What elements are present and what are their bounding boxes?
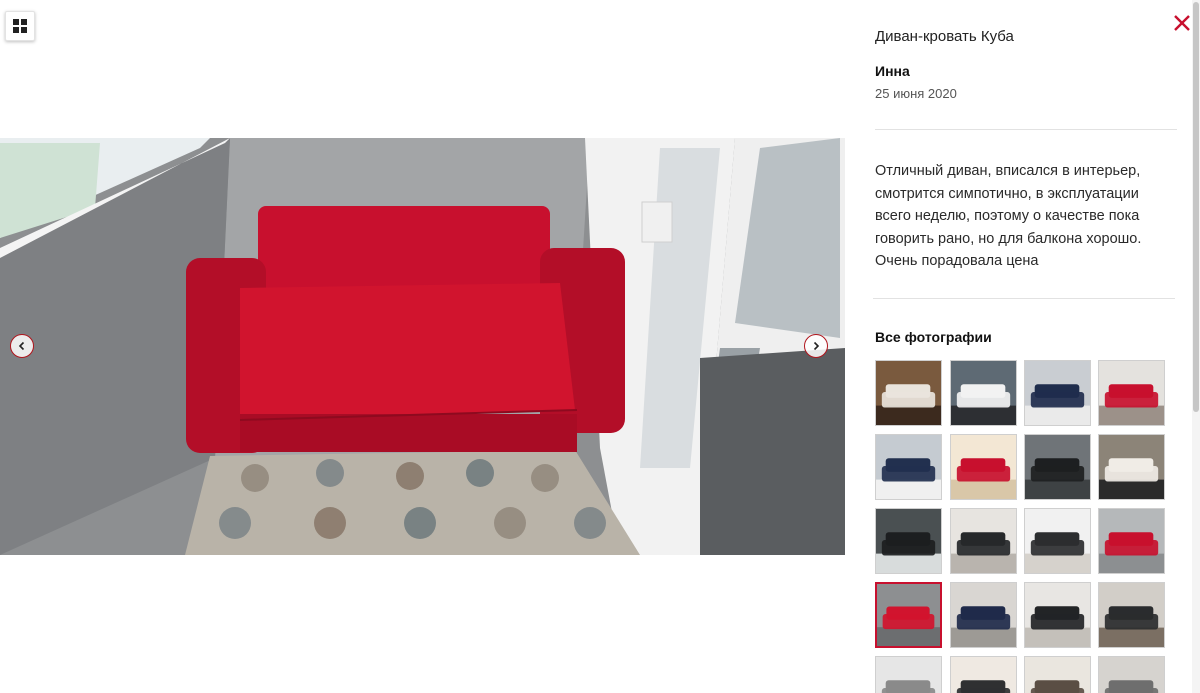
thumbnail-image: [1025, 583, 1090, 647]
thumbnail-image: [876, 509, 941, 573]
gallery-thumbnail[interactable]: [1098, 360, 1165, 426]
gallery-thumbnail[interactable]: [1098, 434, 1165, 500]
thumbnail-image: [951, 583, 1016, 647]
all-photos-heading: Все фотографии: [875, 329, 992, 345]
thumbnail-image: [1025, 361, 1090, 425]
gallery-thumbnail[interactable]: [1024, 434, 1091, 500]
gallery-thumbnail[interactable]: [875, 434, 942, 500]
thumbnail-image: [1099, 583, 1164, 647]
gallery-thumbnail[interactable]: [1098, 656, 1165, 693]
thumbnail-image: [877, 584, 940, 646]
thumbnail-image: [1099, 361, 1164, 425]
divider: [875, 129, 1177, 130]
next-photo-button[interactable]: [804, 334, 828, 358]
thumbnail-image: [1025, 509, 1090, 573]
gallery-thumbnail[interactable]: [875, 582, 942, 648]
grid-icon: [13, 19, 27, 33]
thumbnail-image: [1099, 509, 1164, 573]
gallery-thumbnail[interactable]: [950, 434, 1017, 500]
review-date: 25 июня 2020: [875, 86, 957, 101]
gallery-thumbnail[interactable]: [1098, 582, 1165, 648]
gallery-thumbnail[interactable]: [875, 508, 942, 574]
scrollbar[interactable]: [1192, 0, 1200, 693]
thumbnail-image: [951, 435, 1016, 499]
review-text: Отличный диван, вписался в интерьер, смо…: [875, 163, 1142, 269]
thumbnail-image: [1099, 657, 1164, 693]
gallery-thumbnail[interactable]: [1098, 508, 1165, 574]
gallery-thumbnail[interactable]: [950, 582, 1017, 648]
gallery-thumbnail[interactable]: [875, 656, 942, 693]
scrollbar-thumb[interactable]: [1193, 2, 1199, 412]
product-title: Диван-кровать Куба: [875, 28, 1014, 45]
gallery-thumbnail[interactable]: [875, 360, 942, 426]
prev-photo-button[interactable]: [10, 334, 34, 358]
gallery-thumbnail[interactable]: [950, 656, 1017, 693]
thumbnail-image: [1099, 435, 1164, 499]
thumbnail-image: [951, 657, 1016, 693]
chevron-right-icon: [813, 341, 820, 351]
thumbnail-image: [1025, 435, 1090, 499]
thumbnail-image: [1025, 657, 1090, 693]
gallery-thumbnail[interactable]: [1024, 508, 1091, 574]
sofa-photo: [0, 138, 845, 555]
gallery-thumbnail[interactable]: [1024, 360, 1091, 426]
gallery-thumbnail[interactable]: [950, 508, 1017, 574]
divider: [873, 298, 1175, 299]
main-photo: [0, 138, 845, 555]
chevron-left-icon: [18, 341, 25, 351]
thumbnail-image: [876, 361, 941, 425]
thumbnail-image: [876, 435, 941, 499]
grid-view-button[interactable]: [5, 11, 35, 41]
review-sidebar: Диван-кровать Куба Инна 25 июня 2020 Отл…: [873, 0, 1180, 693]
thumbnail-image: [951, 509, 1016, 573]
gallery-thumbnail[interactable]: [950, 360, 1017, 426]
gallery-thumbnail[interactable]: [1024, 582, 1091, 648]
review-author: Инна: [875, 63, 910, 79]
thumbnail-image: [876, 657, 941, 693]
gallery-thumbnail[interactable]: [1024, 656, 1091, 693]
thumbnail-image: [951, 361, 1016, 425]
